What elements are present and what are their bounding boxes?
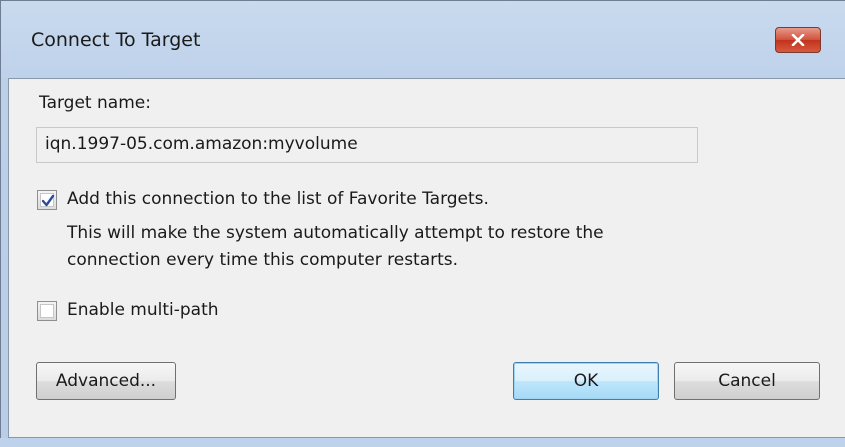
window-frame-bottom	[0, 438, 845, 447]
window-title: Connect To Target	[31, 29, 201, 51]
dialog-client-area: Target name: iqn.1997-05.com.amazon:myvo…	[8, 78, 845, 438]
enable-multipath-label[interactable]: Enable multi-path	[67, 300, 219, 320]
cancel-button[interactable]: Cancel	[674, 362, 820, 400]
ok-button[interactable]: OK	[513, 362, 659, 400]
advanced-button[interactable]: Advanced...	[36, 362, 176, 400]
description-line-1: This will make the system automatically …	[67, 223, 604, 243]
checkmark-icon	[41, 194, 55, 207]
window-frame-left	[0, 78, 8, 447]
favorite-targets-label[interactable]: Add this connection to the list of Favor…	[67, 189, 489, 209]
enable-multipath-checkbox[interactable]	[37, 301, 57, 321]
close-button[interactable]	[775, 27, 821, 53]
target-name-field[interactable]: iqn.1997-05.com.amazon:myvolume	[36, 127, 698, 163]
close-icon	[791, 34, 805, 46]
description-line-2: connection every time this computer rest…	[67, 250, 459, 270]
checkbox-box	[40, 304, 54, 318]
connect-to-target-dialog: Connect To Target Target name: iqn.1997-…	[0, 0, 845, 447]
dialog-body: Target name: iqn.1997-05.com.amazon:myvo…	[0, 78, 845, 447]
target-name-label: Target name:	[39, 93, 151, 113]
favorite-targets-checkbox[interactable]	[37, 190, 57, 210]
favorite-targets-description: This will make the system automatically …	[67, 220, 707, 274]
